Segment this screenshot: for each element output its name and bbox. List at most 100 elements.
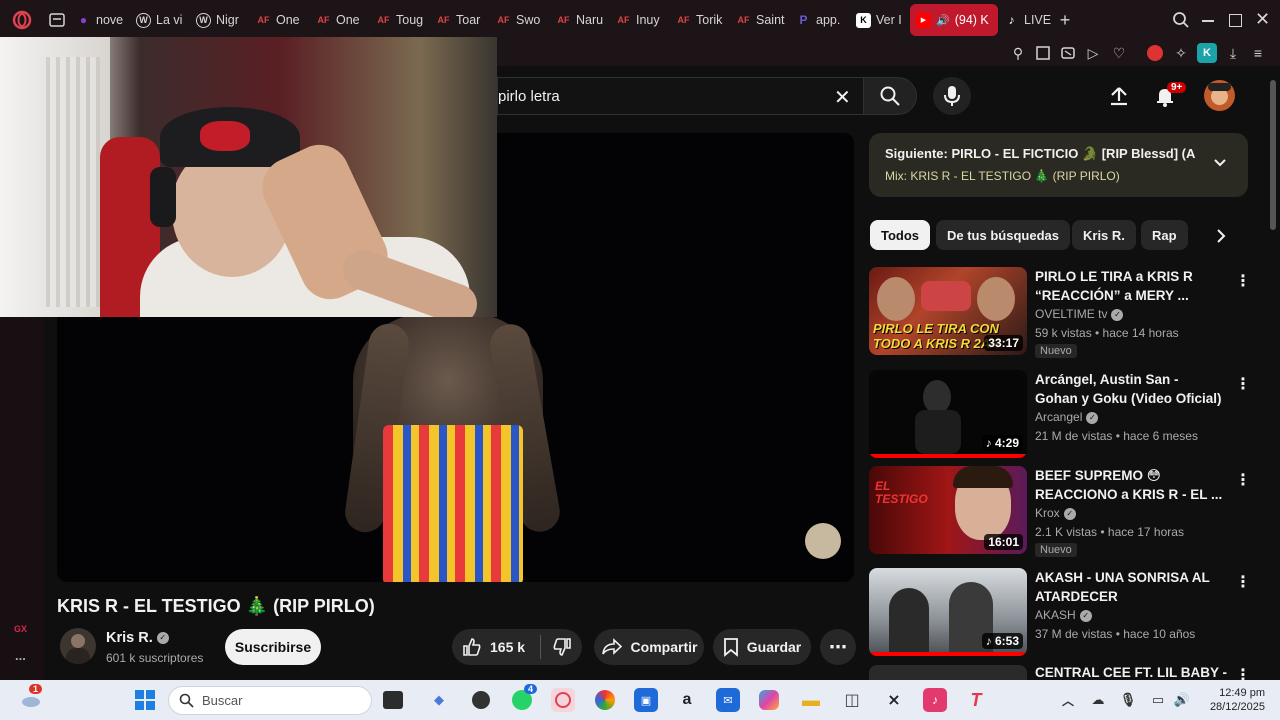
menu-icon[interactable]: ≡: [1249, 44, 1267, 62]
snapshot-icon[interactable]: [1034, 44, 1052, 62]
cloud-icon[interactable]: ☁: [1086, 688, 1110, 712]
file-explorer-icon[interactable]: ▬: [799, 688, 823, 712]
app-t-icon[interactable]: T: [964, 688, 988, 712]
recommendation-item[interactable]: ♪ 4:29 Arcángel, Austin San - Gohan y Go…: [869, 370, 1251, 462]
recommendation-item[interactable]: PIRLO LE TIRA CON TODO A KRIS R 2AH 33:1…: [869, 267, 1251, 359]
sidebar-more-icon[interactable]: ...: [15, 648, 26, 663]
chip-kris-r[interactable]: Kris R.: [1072, 220, 1136, 250]
browser-tab[interactable]: AF Naru: [550, 4, 610, 36]
browser-tab[interactable]: AF Swo: [490, 4, 550, 36]
tiktok-app-icon[interactable]: ♪: [923, 688, 947, 712]
profile-k-icon[interactable]: K: [1197, 43, 1217, 63]
browser-tab[interactable]: AF One: [250, 4, 310, 36]
browser-tab[interactable]: W Nigr: [190, 4, 250, 36]
video-thumbnail[interactable]: EL TESTIGO 16:01: [869, 466, 1027, 554]
browser-tab[interactable]: W La vi: [130, 4, 190, 36]
outlook-icon[interactable]: ✉: [716, 688, 740, 712]
kebab-menu-icon[interactable]: ⋮: [1235, 470, 1251, 490]
new-tab-button[interactable]: +: [1054, 10, 1076, 31]
kebab-menu-icon[interactable]: ⋮: [1235, 271, 1251, 291]
upload-button[interactable]: [1108, 85, 1130, 112]
chevron-right-icon[interactable]: [1216, 228, 1226, 249]
clock[interactable]: 12:49 pm 28/12/2025: [1205, 686, 1265, 714]
channel-name-row[interactable]: Kris R. ✓: [106, 630, 169, 646]
extensions-icon[interactable]: ✧: [1172, 44, 1190, 62]
chip-all[interactable]: Todos: [870, 220, 931, 250]
video-thumbnail[interactable]: PIRLO LE TIRA CON TODO A KRIS R 2AH 33:1…: [869, 267, 1027, 355]
channel-avatar[interactable]: [60, 628, 96, 664]
extension-badge-icon[interactable]: [1146, 44, 1164, 62]
search-button[interactable]: [863, 77, 917, 115]
chevron-down-icon[interactable]: [1213, 155, 1227, 173]
app-music-icon[interactable]: [469, 688, 493, 712]
next-up-card[interactable]: Siguiente: PIRLO - EL FICTICIO 🐊 [RIP Bl…: [869, 133, 1248, 197]
heart-icon[interactable]: ♡: [1110, 44, 1128, 62]
video-thumbnail[interactable]: ♪ 4:29: [869, 370, 1027, 458]
browser-tab[interactable]: AF Toug: [370, 4, 430, 36]
camera-icon[interactable]: ◫: [840, 688, 864, 712]
save-button[interactable]: Guardar: [713, 629, 811, 665]
browser-tab[interactable]: AF Toar: [430, 4, 490, 36]
chip-from-searches[interactable]: De tus búsquedas: [936, 220, 1070, 250]
browser-tab[interactable]: Papp.: [790, 4, 850, 36]
recommendation-item-partial[interactable]: CENTRAL CEE FT. LIL BABY - ⋮: [869, 665, 1249, 680]
browser-tab[interactable]: K Ver I: [850, 4, 910, 36]
taskbar-search-input[interactable]: Buscar: [168, 686, 372, 715]
browser-tab[interactable]: ♪ LIVE: [998, 4, 1054, 36]
app-color-icon[interactable]: [593, 688, 617, 712]
capcut-icon[interactable]: ⨯: [882, 688, 906, 712]
page-scrollbar[interactable]: [1266, 66, 1280, 680]
kebab-menu-icon[interactable]: ⋮: [1235, 572, 1251, 592]
search-tabs-icon[interactable]: [1172, 11, 1190, 34]
pin-icon[interactable]: ⚲: [1009, 44, 1027, 62]
opera-gx-taskbar-icon[interactable]: [551, 688, 575, 712]
share-button[interactable]: Compartir: [594, 629, 704, 665]
app-diamond-icon[interactable]: ◆: [427, 688, 451, 712]
volume-icon[interactable]: 🔊: [1170, 688, 1194, 712]
chip-rap[interactable]: Rap: [1141, 220, 1188, 250]
vpn-icon[interactable]: [1059, 44, 1077, 62]
download-icon[interactable]: ⤓: [1224, 44, 1242, 62]
browser-tab[interactable]: ▶ 🔊 (94) K: [910, 4, 998, 36]
store-icon[interactable]: ▣: [634, 688, 658, 712]
channel-name[interactable]: Kris R.: [106, 630, 153, 646]
recommendation-item[interactable]: EL TESTIGO 16:01 BEEF SUPREMO 😳 REACCION…: [869, 466, 1251, 558]
microphone-tray-icon[interactable]: 🎙: [1116, 688, 1140, 712]
task-view-icon[interactable]: [383, 691, 403, 709]
minimize-button[interactable]: [1202, 20, 1214, 22]
close-window-button[interactable]: ✕: [1255, 9, 1270, 30]
maximize-button[interactable]: [1229, 14, 1242, 27]
voice-search-button[interactable]: [933, 77, 971, 115]
whatsapp-icon[interactable]: 4: [510, 684, 538, 712]
dislike-button[interactable]: [541, 637, 582, 657]
avatar[interactable]: [1204, 80, 1235, 111]
search-input[interactable]: pirlo letra ✕: [497, 77, 863, 115]
browser-tab[interactable]: AF One: [310, 4, 370, 36]
speaker-icon[interactable]: 🔊: [936, 14, 950, 27]
opera-logo-icon[interactable]: [0, 0, 44, 40]
clear-search-icon[interactable]: ✕: [834, 85, 851, 110]
scrollbar-thumb[interactable]: [1270, 80, 1276, 230]
browser-tab[interactable]: AF Inuy: [610, 4, 670, 36]
channel-watermark-icon[interactable]: [805, 523, 841, 559]
video-thumbnail[interactable]: [869, 665, 1027, 680]
network-icon[interactable]: ▭: [1146, 688, 1170, 712]
gx-label[interactable]: GX: [14, 624, 27, 634]
browser-tab[interactable]: AF Saint: [730, 4, 790, 36]
recommendation-item[interactable]: ♪ 6:53 AKASH - UNA SONRISA AL ATARDECER …: [869, 568, 1251, 660]
weather-icon[interactable]: 1: [18, 684, 43, 712]
more-actions-button[interactable]: ⋯: [820, 629, 856, 665]
player-icon[interactable]: ▷: [1084, 44, 1102, 62]
video-thumbnail[interactable]: ♪ 6:53: [869, 568, 1027, 656]
chevron-up-icon[interactable]: ︿: [1056, 688, 1080, 712]
copilot-icon[interactable]: [757, 688, 781, 712]
workspaces-icon[interactable]: [44, 0, 70, 40]
subscribe-button[interactable]: Suscribirse: [225, 629, 321, 665]
amazon-icon[interactable]: a: [675, 688, 699, 712]
kebab-menu-icon[interactable]: ⋮: [1235, 665, 1249, 680]
start-button[interactable]: [133, 688, 157, 712]
like-button[interactable]: 165 k: [462, 637, 540, 657]
browser-tab[interactable]: AF Torik: [670, 4, 730, 36]
kebab-menu-icon[interactable]: ⋮: [1235, 374, 1251, 394]
notifications-button[interactable]: 9+: [1154, 82, 1187, 112]
